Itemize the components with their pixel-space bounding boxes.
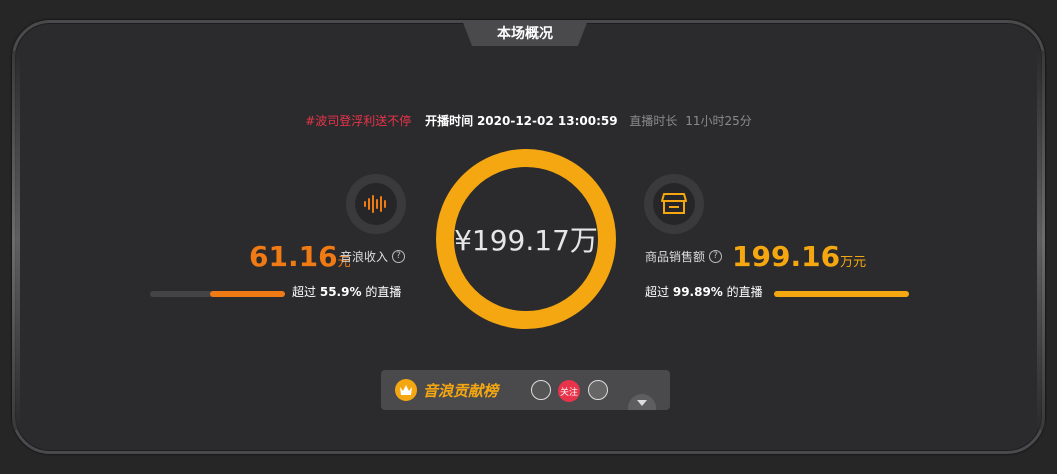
total-sales-ring: ¥199.17万 — [436, 149, 616, 329]
total-sales-value: ¥199.17万 — [454, 224, 598, 257]
sound-wave-icon — [364, 195, 386, 213]
sales-exceed: 超过 99.89% 的直播 — [645, 285, 763, 299]
avatar[interactable] — [531, 380, 551, 400]
sound-income-label: 音浪收入 ? — [340, 248, 406, 265]
sales-label: 商品销售额 ? — [645, 248, 723, 265]
sales-icon-circle — [644, 174, 704, 234]
ranking-title: 音浪贡献榜 — [423, 382, 499, 400]
help-icon[interactable]: ? — [709, 250, 723, 263]
chevron-down-icon — [637, 400, 647, 406]
store-icon — [661, 193, 687, 214]
help-icon[interactable]: ? — [392, 250, 406, 263]
panel-edge-right — [1037, 50, 1045, 430]
sound-income-exceed: 超过 55.9% 的直播 — [292, 285, 402, 299]
sound-income-value: 61.16元 — [249, 240, 351, 273]
sales-bar-fill — [774, 291, 909, 297]
expand-button[interactable] — [628, 394, 656, 410]
follow-badge[interactable]: 关注 — [558, 380, 580, 402]
duration-value: 11小时25分 — [685, 114, 752, 128]
start-time-value: 2020-12-02 13:00:59 — [476, 114, 618, 128]
hashtag-link[interactable]: #波司登浮利送不停 — [305, 114, 411, 128]
live-info: #波司登浮利送不停 开播时间 2020-12-02 13:00:59 直播时长 … — [0, 112, 1057, 129]
avatar[interactable] — [588, 380, 608, 400]
sound-income-icon-circle — [346, 174, 406, 234]
sales-value: 199.16万元 — [732, 240, 867, 273]
panel-edge-left — [12, 50, 20, 430]
sound-income-bar-fill — [209, 291, 285, 297]
duration-label: 直播时长 — [629, 114, 678, 128]
tab-overview[interactable]: 本场概况 — [462, 20, 588, 46]
crown-icon — [395, 379, 417, 401]
sound-contribution-ranking[interactable]: 音浪贡献榜 关注 — [381, 370, 670, 410]
sound-income-bar — [150, 291, 285, 297]
start-time-label: 开播时间 — [425, 114, 474, 128]
sales-bar — [774, 291, 909, 297]
